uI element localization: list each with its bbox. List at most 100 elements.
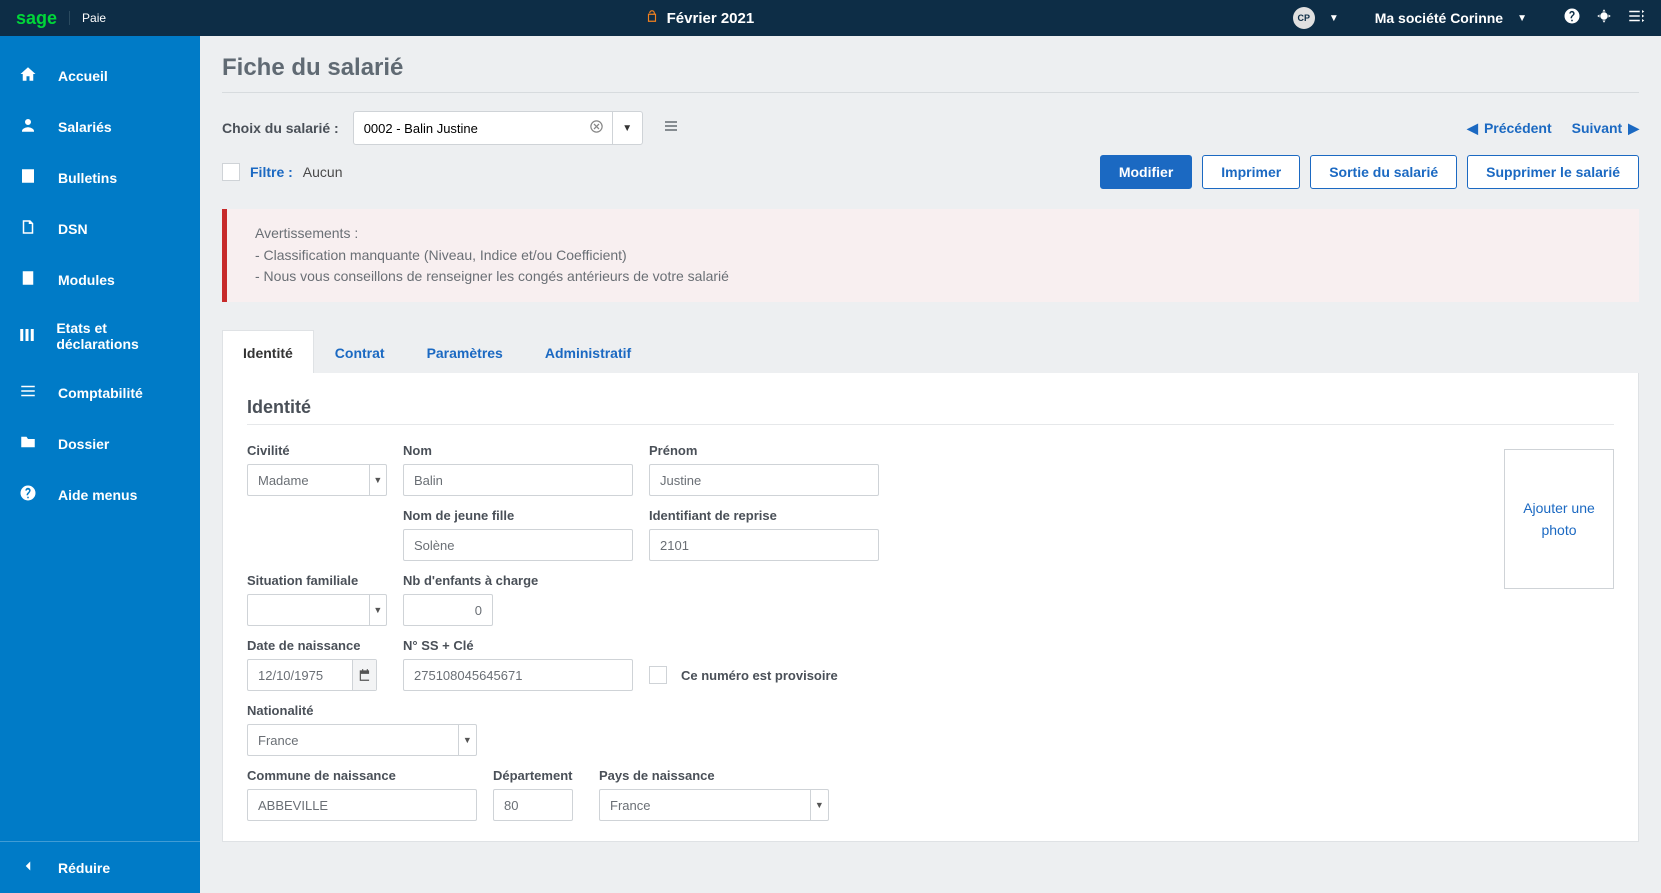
chevron-down-icon[interactable]: ▼ bbox=[369, 465, 386, 495]
civility-label: Civilité bbox=[247, 443, 387, 458]
sidebar-item-label: DSN bbox=[58, 221, 88, 237]
pays-select[interactable]: ▼ bbox=[599, 789, 829, 821]
employee-list-icon[interactable] bbox=[663, 118, 679, 139]
topbar: sage Paie Février 2021 CP ▼ Ma société C… bbox=[0, 0, 1661, 36]
sidebar-item-label: Aide menus bbox=[58, 487, 137, 503]
section-title: Identité bbox=[247, 397, 1614, 418]
chevron-down-icon[interactable]: ▼ bbox=[369, 595, 386, 625]
top-right: CP ▼ Ma société Corinne ▼ bbox=[1293, 7, 1645, 30]
sidebar-item-accueil[interactable]: Accueil bbox=[0, 50, 200, 101]
prenom-input[interactable] bbox=[649, 464, 879, 496]
theme-icon[interactable] bbox=[1595, 7, 1613, 30]
main: Fiche du salarié Choix du salarié : ▼ ◀P… bbox=[200, 36, 1661, 893]
filter-checkbox[interactable] bbox=[222, 163, 240, 181]
tab-parametres[interactable]: Paramètres bbox=[406, 330, 524, 373]
sidebar-item-label: Accueil bbox=[58, 68, 108, 84]
ssn-temp-checkbox[interactable] bbox=[649, 666, 667, 684]
employees-icon bbox=[18, 116, 38, 137]
delete-employee-button[interactable]: Supprimer le salarié bbox=[1467, 155, 1639, 189]
sidebar-item-salaries[interactable]: Salariés bbox=[0, 101, 200, 152]
ssn-temp-label: Ce numéro est provisoire bbox=[681, 668, 838, 683]
filter-value: Aucun bbox=[303, 164, 343, 180]
print-button[interactable]: Imprimer bbox=[1202, 155, 1300, 189]
list-settings-icon[interactable] bbox=[1627, 7, 1645, 30]
chevron-down-icon[interactable]: ▼ bbox=[810, 790, 828, 820]
sidebar-item-bulletins[interactable]: Bulletins bbox=[0, 152, 200, 203]
choose-employee-label: Choix du salarié : bbox=[222, 120, 339, 136]
tab-contrat[interactable]: Contrat bbox=[314, 330, 406, 373]
ssn-input[interactable] bbox=[403, 659, 633, 691]
chevron-down-icon[interactable]: ▼ bbox=[458, 725, 476, 755]
filter-label[interactable]: Filtre : bbox=[250, 164, 293, 180]
sidebar-item-modules[interactable]: Modules bbox=[0, 254, 200, 305]
warnings-line: - Classification manquante (Niveau, Indi… bbox=[255, 245, 1611, 267]
company-name[interactable]: Ma société Corinne bbox=[1375, 10, 1503, 26]
sidebar-item-label: Bulletins bbox=[58, 170, 117, 186]
nationalite-label: Nationalité bbox=[247, 703, 477, 718]
maiden-input[interactable] bbox=[403, 529, 633, 561]
civility-value[interactable] bbox=[248, 465, 369, 495]
modify-button[interactable]: Modifier bbox=[1100, 155, 1192, 189]
sidebar-item-dossier[interactable]: Dossier bbox=[0, 418, 200, 469]
warnings-title: Avertissements : bbox=[255, 223, 1611, 245]
nationalite-select[interactable]: ▼ bbox=[247, 724, 477, 756]
dsn-icon bbox=[18, 218, 38, 239]
add-photo-label: Ajouter une photo bbox=[1505, 497, 1613, 542]
prev-link[interactable]: ◀Précédent bbox=[1467, 120, 1551, 137]
arrow-right-icon: ▶ bbox=[1628, 120, 1639, 137]
exit-employee-button[interactable]: Sortie du salarié bbox=[1310, 155, 1457, 189]
product-name: Paie bbox=[69, 11, 106, 25]
civility-select[interactable]: ▼ bbox=[247, 464, 387, 496]
period-label: Février 2021 bbox=[667, 10, 755, 27]
tab-identite[interactable]: Identité bbox=[222, 330, 314, 373]
avatar[interactable]: CP bbox=[1293, 7, 1315, 29]
sidebar-item-label: Modules bbox=[58, 272, 115, 288]
help-menu-icon bbox=[18, 484, 38, 505]
dob-input[interactable] bbox=[247, 659, 377, 691]
sidebar-item-label: Comptabilité bbox=[58, 385, 143, 401]
employee-select[interactable]: ▼ bbox=[353, 111, 643, 145]
employee-select-caret-icon[interactable]: ▼ bbox=[612, 112, 642, 144]
pays-label: Pays de naissance bbox=[599, 768, 829, 783]
sidebar-item-aide[interactable]: Aide menus bbox=[0, 469, 200, 520]
avatar-menu-caret-icon[interactable]: ▼ bbox=[1329, 13, 1339, 24]
next-link[interactable]: Suivant▶ bbox=[1572, 120, 1639, 137]
nom-input[interactable] bbox=[403, 464, 633, 496]
warnings-line: - Nous vous conseillons de renseigner le… bbox=[255, 266, 1611, 288]
accounting-icon bbox=[18, 382, 38, 403]
reports-icon bbox=[18, 326, 36, 347]
reprise-input[interactable] bbox=[649, 529, 879, 561]
payslips-icon bbox=[18, 167, 38, 188]
enfants-input[interactable] bbox=[403, 594, 493, 626]
dept-input[interactable] bbox=[493, 789, 573, 821]
sidebar-item-label: Etats et déclarations bbox=[56, 320, 182, 352]
sidebar: Accueil Salariés Bulletins DSN Modules E… bbox=[0, 36, 200, 893]
ssn-label: N° SS + Clé bbox=[403, 638, 633, 653]
period[interactable]: Février 2021 bbox=[106, 9, 1293, 27]
sidebar-item-etats[interactable]: Etats et déclarations bbox=[0, 305, 200, 367]
sidebar-item-dsn[interactable]: DSN bbox=[0, 203, 200, 254]
folder-icon bbox=[18, 433, 38, 454]
sitfam-select[interactable]: ▼ bbox=[247, 594, 387, 626]
modules-icon bbox=[18, 269, 38, 290]
help-icon[interactable] bbox=[1563, 7, 1581, 30]
employee-select-input[interactable] bbox=[354, 112, 581, 144]
unlock-icon bbox=[645, 9, 659, 27]
sidebar-collapse[interactable]: Réduire bbox=[0, 842, 200, 893]
page-title: Fiche du salarié bbox=[222, 54, 1639, 82]
nom-label: Nom bbox=[403, 443, 633, 458]
add-photo[interactable]: Ajouter une photo bbox=[1504, 449, 1614, 589]
sidebar-item-label: Dossier bbox=[58, 436, 109, 452]
brand: sage Paie bbox=[16, 8, 106, 29]
home-icon bbox=[18, 65, 38, 86]
prenom-label: Prénom bbox=[649, 443, 879, 458]
company-caret-icon[interactable]: ▼ bbox=[1517, 13, 1527, 24]
sitfam-label: Situation familiale bbox=[247, 573, 387, 588]
dept-label: Département bbox=[493, 768, 583, 783]
tab-administratif[interactable]: Administratif bbox=[524, 330, 652, 373]
commune-input[interactable] bbox=[247, 789, 477, 821]
calendar-icon[interactable] bbox=[352, 660, 376, 690]
sidebar-item-comptabilite[interactable]: Comptabilité bbox=[0, 367, 200, 418]
clear-employee-icon[interactable] bbox=[581, 119, 612, 138]
brand-logo: sage bbox=[16, 8, 57, 29]
